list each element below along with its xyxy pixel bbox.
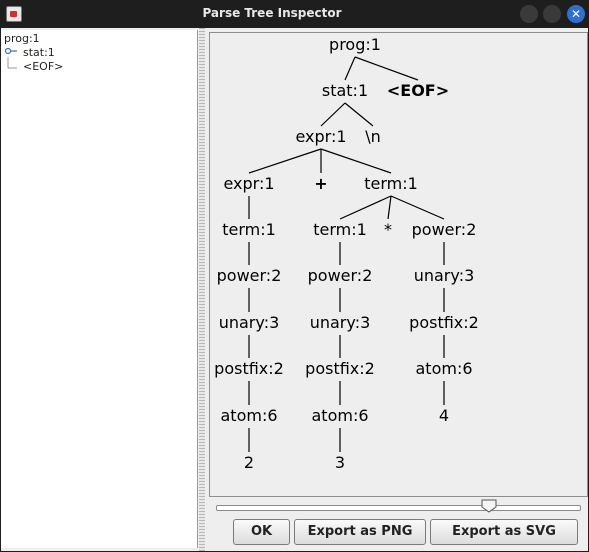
tree-node: term:1 (313, 220, 367, 239)
window-title: Parse Tree Inspector (202, 6, 342, 20)
tree-node: 2 (244, 453, 254, 472)
tree-edge (344, 102, 374, 127)
tree-node: postfix:2 (214, 359, 284, 378)
tree-node: power:2 (217, 266, 282, 285)
tree-edge (387, 195, 392, 220)
export-png-button[interactable]: Export as PNG (294, 519, 426, 545)
tree-node: power:2 (412, 220, 477, 239)
tree-node: unary:3 (414, 266, 475, 285)
tree-node: postfix:2 (305, 359, 375, 378)
export-svg-button[interactable]: Export as SVG (430, 519, 578, 545)
tree-node: * (384, 220, 392, 239)
tree-node: 4 (439, 406, 449, 425)
tree-node: expr:1 (295, 127, 346, 146)
zoom-slider-thumb[interactable] (481, 499, 497, 513)
split-pane-divider[interactable] (199, 28, 205, 551)
tree-node: unary:3 (219, 313, 280, 332)
tree-edge (344, 56, 356, 81)
tree-edge (339, 195, 392, 220)
tree-node: atom:6 (311, 406, 368, 425)
tree-node: atom:6 (415, 359, 472, 378)
maximize-button[interactable] (543, 5, 561, 23)
close-button[interactable]: ✕ (567, 5, 585, 23)
parse-tree-canvas: prog:1 stat:1 <EOF> expr:1 \n expr:1 + term:1 te… (209, 32, 588, 497)
minimize-button[interactable] (520, 5, 538, 23)
parse-tree-outline[interactable]: prog:1 stat:1 <EOF> (1, 30, 198, 548)
tree-edge (248, 148, 322, 174)
title-bar: Parse Tree Inspector ✕ (0, 0, 589, 28)
tree-edge (320, 148, 392, 174)
tree-node: \n (365, 127, 381, 146)
tree-node: postfix:2 (409, 313, 479, 332)
tree-node: stat:1 (322, 81, 368, 100)
tree-node: atom:6 (220, 406, 277, 425)
tree-node: unary:3 (310, 313, 371, 332)
tree-item-stat[interactable]: stat:1 (23, 46, 55, 59)
close-icon: ✕ (570, 7, 582, 21)
tree-edge (320, 102, 346, 127)
parse-tree-graph: prog:1 stat:1 <EOF> expr:1 \n expr:1 + term:1 te… (214, 35, 479, 472)
tree-edge (390, 195, 445, 220)
tree-node: prog:1 (329, 35, 381, 54)
tree-node: power:2 (308, 266, 373, 285)
tree-node: <EOF> (387, 81, 449, 100)
tree-node: 3 (335, 453, 345, 472)
window-content: prog:1 stat:1 <EOF> prog:1 stat:1 <EOF> exp… (1, 28, 588, 551)
zoom-slider-track[interactable] (216, 505, 581, 511)
tree-item-eof[interactable]: <EOF> (23, 60, 63, 73)
tree-node: expr:1 (223, 174, 274, 193)
tree-node: term:1 (364, 174, 418, 193)
tree-node: term:1 (222, 220, 276, 239)
tree-edge (354, 56, 419, 81)
tree-connector-icon (4, 47, 17, 69)
tree-node: + (314, 174, 327, 193)
ok-button[interactable]: OK (233, 519, 290, 545)
tree-item-prog[interactable]: prog:1 (4, 32, 40, 45)
